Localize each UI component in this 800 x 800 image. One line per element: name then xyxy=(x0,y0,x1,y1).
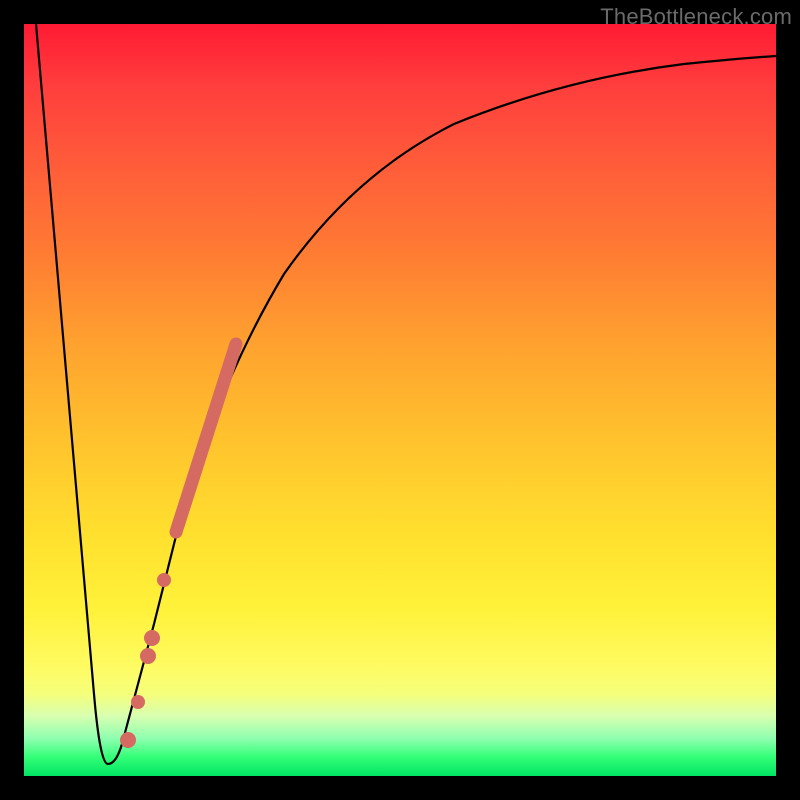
chart-frame: TheBottleneck.com xyxy=(0,0,800,800)
pink-dot-2b xyxy=(140,648,156,664)
pink-dot-3 xyxy=(131,695,145,709)
plot-area xyxy=(24,24,776,776)
pink-dot-1 xyxy=(157,573,171,587)
pink-dot-4 xyxy=(120,732,136,748)
pink-dot-2 xyxy=(144,630,160,646)
curve-layer xyxy=(24,24,776,776)
pink-segment xyxy=(176,344,236,532)
watermark-text: TheBottleneck.com xyxy=(600,4,792,30)
